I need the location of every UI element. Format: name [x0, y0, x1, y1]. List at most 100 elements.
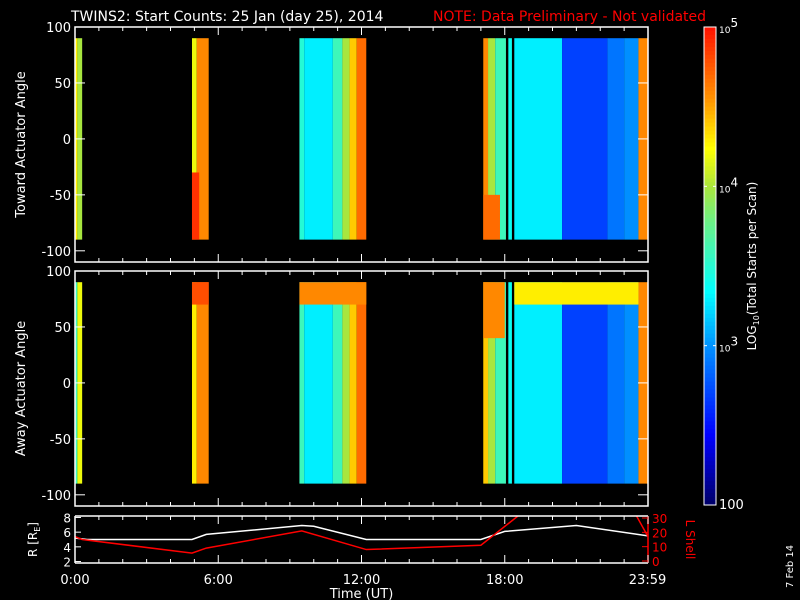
heatmap-strip	[483, 194, 500, 240]
colorbar-segment	[704, 226, 716, 231]
colorbar-segment	[704, 353, 716, 359]
colorbar-segment	[704, 277, 716, 283]
colorbar-segment	[704, 489, 716, 494]
colorbar-label-main: LOG	[745, 325, 759, 350]
colorbar-segment	[704, 42, 716, 48]
r-series-line	[75, 524, 648, 541]
heatmap-strip	[624, 38, 639, 240]
colorbar-segment	[704, 497, 716, 502]
colorbar-segment	[704, 50, 716, 56]
heatmap-strip	[356, 38, 367, 240]
time-tick-label: 6:00	[204, 573, 233, 588]
l-shell-axis-label: L Shell	[683, 520, 697, 560]
colorbar-segment	[704, 421, 716, 426]
colorbar-segment	[704, 174, 716, 179]
colorbar-label: LOG10(Total Starts per Scan)	[745, 182, 761, 351]
colorbar-segment	[704, 461, 716, 466]
colorbar-segment	[704, 441, 716, 446]
y-tick-label: 50	[54, 321, 71, 336]
colorbar-segment	[704, 114, 716, 120]
colorbar-segment	[704, 449, 716, 454]
colorbar-segment	[704, 457, 716, 462]
colorbar-segment	[704, 417, 716, 422]
l-shell-tick-label: 20	[652, 526, 667, 540]
colorbar-segment	[704, 186, 716, 191]
heatmap-strip	[514, 282, 639, 305]
colorbar-segment	[704, 62, 716, 68]
tick-base: 100	[719, 498, 744, 513]
colorbar-segment	[704, 425, 716, 430]
colorbar-segment	[704, 313, 716, 319]
r-tick-label: 6	[63, 526, 71, 540]
colorbar-segment	[704, 269, 716, 275]
orbit-panel: 8642 3020100 0:00 6:00 12:00 18:00 23:59 Time (…	[26, 511, 697, 600]
colorbar-segment	[704, 293, 716, 299]
colorbar-segment	[704, 465, 716, 470]
y-tick-label: 100	[46, 21, 71, 36]
colorbar-segment	[704, 70, 716, 76]
tick-base: 10	[719, 345, 731, 355]
time-tick-label: 0:00	[60, 573, 89, 588]
r-tick-label: 4	[63, 541, 71, 555]
heatmap-strip	[342, 282, 350, 484]
colorbar-segment	[704, 74, 716, 80]
colorbar-segment	[704, 329, 716, 335]
colorbar-segment	[704, 413, 716, 418]
y-tick-label: -50	[50, 433, 71, 448]
colorbar-segment	[704, 82, 716, 88]
heatmap-strip	[562, 282, 608, 484]
l-shell-tick-label: 10	[652, 541, 667, 555]
colorbar-segment	[704, 78, 716, 84]
heatmap-strip	[299, 282, 367, 305]
colorbar-segment	[704, 190, 716, 195]
time-tick-label: 12:00	[343, 573, 380, 588]
heatmap-strip	[299, 282, 305, 484]
colorbar-segment	[704, 266, 716, 271]
colorbar-segment	[704, 301, 716, 307]
tick-base: 10	[719, 185, 731, 195]
colorbar-segment	[704, 178, 716, 183]
colorbar-segment	[704, 27, 716, 32]
r-tick-label: 8	[63, 511, 71, 525]
date-stamp: 7 Feb 14	[785, 545, 796, 588]
heatmap-strip	[356, 282, 367, 484]
colorbar-tick-label: 100	[719, 498, 744, 513]
heatmap-strip	[514, 282, 563, 484]
colorbar-segment	[704, 98, 716, 104]
heatmap-strip	[299, 38, 305, 240]
colorbar-segment	[704, 102, 716, 108]
l-shell-tick-label: 30	[652, 512, 667, 526]
colorbar: 105104103100LOG10(Total Starts per Scan)	[703, 16, 761, 513]
colorbar-segment	[704, 110, 716, 116]
time-tick-label: 23:59	[629, 573, 666, 588]
y-axis-label: Toward Actuator Angle	[14, 71, 29, 218]
colorbar-segment	[704, 409, 716, 414]
colorbar-segment	[704, 377, 716, 383]
heatmap-strip	[514, 38, 563, 240]
colorbar-segment	[704, 150, 716, 155]
heatmap-strip	[483, 282, 505, 339]
heatmap-strip	[191, 282, 197, 484]
colorbar-tick-label: 103	[719, 335, 738, 355]
colorbar-segment	[704, 170, 716, 175]
colorbar-segment	[704, 357, 716, 363]
colorbar-segment	[704, 118, 716, 124]
colorbar-segment	[704, 397, 716, 402]
colorbar-segment	[704, 210, 716, 215]
heatmap-strip	[349, 282, 357, 484]
colorbar-segment	[704, 405, 716, 410]
y-tick-label: 100	[46, 265, 71, 280]
colorbar-segment	[704, 46, 716, 52]
colorbar-segment	[704, 258, 716, 263]
y-tick-label: -100	[41, 245, 71, 260]
colorbar-segment	[704, 325, 716, 331]
colorbar-segment	[704, 142, 716, 147]
colorbar-segment	[704, 86, 716, 92]
colorbar-segment	[704, 234, 716, 239]
r-label-main: R [R	[26, 532, 40, 557]
colorbar-segment	[704, 94, 716, 100]
colorbar-segment	[704, 285, 716, 291]
colorbar-segment	[704, 90, 716, 96]
colorbar-segment	[704, 433, 716, 438]
colorbar-segment	[704, 321, 716, 327]
